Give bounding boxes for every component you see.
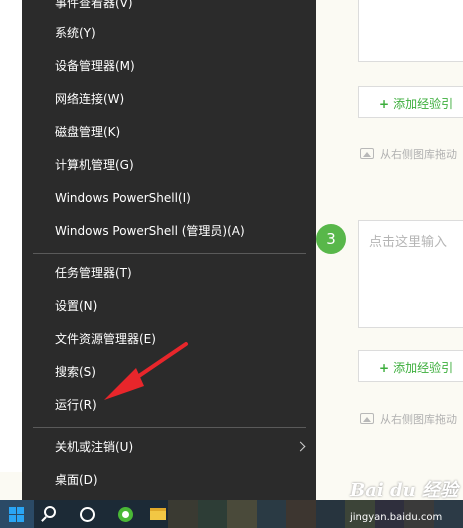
background-page-left [0,0,22,472]
watermark-logo: Bai du 经验 [350,480,458,501]
menu-item-settings[interactable]: 设置(N) [22,291,316,322]
image-drag-tip-step2: 从右侧图库拖动 [360,146,457,162]
search-icon [44,506,56,518]
app-icon [118,507,133,522]
text-editor-placeholder: 点击这里输入 [369,235,448,250]
image-icon [360,148,374,159]
menu-item-computer-management[interactable]: 计算机管理(G) [22,150,316,181]
menu-item-event-viewer[interactable]: 事件查看器(V) [22,0,316,19]
menu-item-shutdown-signout[interactable]: 关机或注销(U) [22,432,316,463]
menu-separator [33,427,306,428]
baidu-jingyan-watermark: Bai du 经验 jingyan.baidu.com [350,472,463,528]
text-editor-box-step2[interactable] [358,0,463,62]
chevron-right-icon [295,441,306,452]
add-tip-button-step2[interactable]: + 添加经验引 [358,86,463,118]
taskbar-search-button[interactable] [34,500,70,528]
menu-item-network-connections[interactable]: 网络连接(W) [22,84,316,115]
menu-item-powershell[interactable]: Windows PowerShell(I) [22,183,316,214]
menu-item-label: 关机或注销(U) [55,440,134,454]
file-explorer-taskbar-button[interactable] [144,500,168,528]
cortana-button[interactable] [70,500,106,528]
menu-item-powershell-admin[interactable]: Windows PowerShell (管理员)(A) [22,216,316,247]
image-drag-tip-step3: 从右侧图库拖动 [360,411,457,427]
menu-item-run[interactable]: 运行(R) [22,390,316,421]
text-editor-box-step3[interactable]: 点击这里输入 [358,220,463,328]
plus-icon: + [379,361,390,375]
winx-context-menu: 事件查看器(V) 系统(Y) 设备管理器(M) 网络连接(W) 磁盘管理(K) … [22,0,316,500]
menu-separator [33,253,306,254]
add-tip-label: 添加经验引 [393,97,454,111]
cortana-icon [80,507,95,522]
file-explorer-icon [150,508,166,520]
menu-item-disk-management[interactable]: 磁盘管理(K) [22,117,316,148]
start-button[interactable] [0,500,34,528]
plus-icon: + [379,97,390,111]
menu-item-desktop[interactable]: 桌面(D) [22,465,316,496]
menu-item-device-manager[interactable]: 设备管理器(M) [22,51,316,82]
menu-item-system[interactable]: 系统(Y) [22,18,316,49]
menu-item-search[interactable]: 搜索(S) [22,357,316,388]
menu-item-task-manager[interactable]: 任务管理器(T) [22,258,316,289]
image-icon [360,413,374,424]
taskbar-app-button[interactable] [108,500,144,528]
watermark-url: jingyan.baidu.com [350,512,443,523]
menu-item-file-explorer[interactable]: 文件资源管理器(E) [22,324,316,355]
step-number-badge: 3 [316,224,346,254]
windows-start-icon [9,507,24,522]
add-tip-label: 添加经验引 [393,361,454,375]
add-tip-button-step3[interactable]: + 添加经验引 [358,350,463,382]
